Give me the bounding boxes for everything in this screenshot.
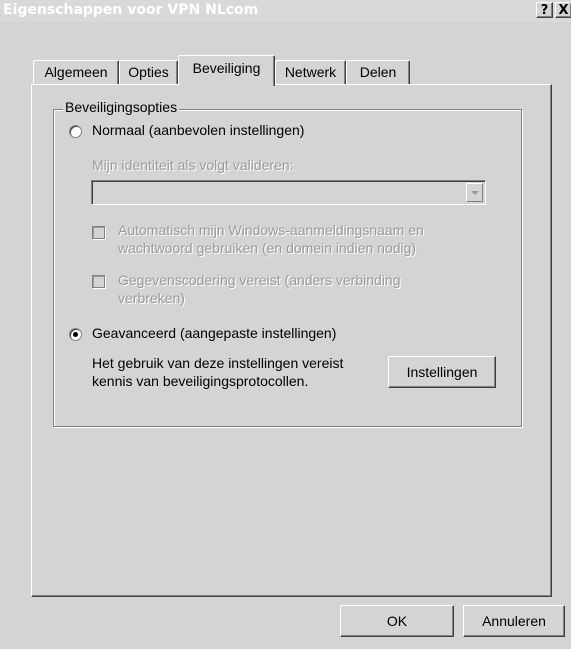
tab-opties[interactable]: Opties [119,60,178,84]
require-encryption-checkbox[interactable] [92,275,105,288]
tab-delen[interactable]: Delen [346,60,410,84]
close-button[interactable]: X [555,2,571,18]
window-title: Eigenschappen voor VPN NLcom [3,2,259,18]
cancel-button[interactable]: Annuleren [463,605,565,637]
auto-windows-login-label-line1[interactable]: Automatisch mijn Windows-aanmeldingsnaam… [118,222,424,238]
require-encryption-label-line1[interactable]: Gegevenscodering vereist (anders verbind… [118,272,401,288]
chevron-down-icon [471,191,479,195]
properties-dialog: Eigenschappen voor VPN NLcom ? X Algemee… [0,0,571,649]
tab-beveiliging[interactable]: Beveiliging [178,55,275,86]
help-button[interactable]: ? [536,2,553,18]
group-title: Beveiligingsopties [63,99,180,115]
advanced-description-line2: kennis van beveiligingsprotocollen. [92,373,309,389]
radio-selected-dot [73,332,78,337]
dropdown-arrow-button[interactable] [466,183,483,202]
require-encryption-label-line2[interactable]: verbreken) [118,290,185,306]
settings-button[interactable]: Instellingen [388,356,496,388]
auto-windows-login-label-line2[interactable]: wachtwoord gebruiken (en domein indien n… [118,240,416,256]
normal-radio[interactable] [69,125,82,138]
advanced-description-line1: Het gebruik van deze instellingen vereis… [92,355,344,371]
title-bar[interactable]: Eigenschappen voor VPN NLcom ? X [0,0,571,22]
ok-button[interactable]: OK [340,605,454,637]
normal-radio-label[interactable]: Normaal (aanbevolen instellingen) [92,122,304,138]
tab-algemeen[interactable]: Algemeen [33,60,119,84]
tab-netwerk[interactable]: Netwerk [275,60,346,84]
advanced-radio-label[interactable]: Geavanceerd (aangepaste instellingen) [92,325,336,341]
identity-dropdown[interactable] [91,180,486,205]
advanced-radio[interactable] [69,328,82,341]
identity-label: Mijn identiteit als volgt valideren: [92,157,294,173]
auto-windows-login-checkbox[interactable] [92,226,105,239]
